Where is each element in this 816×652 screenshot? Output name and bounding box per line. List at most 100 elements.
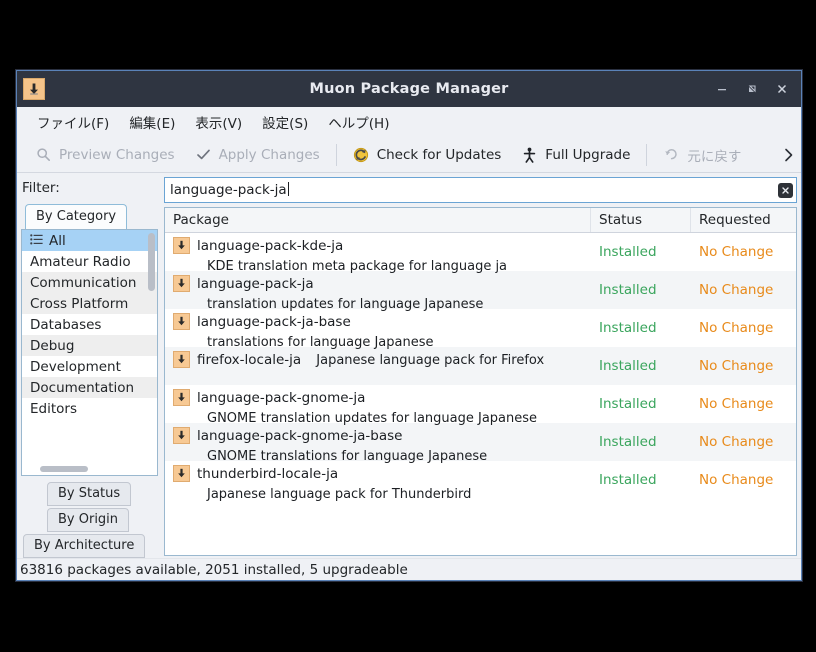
download-arrow-icon: [23, 78, 45, 100]
main-body: Filter: By Category All Amateur Radio Co…: [17, 173, 801, 558]
category-item-amateur-radio[interactable]: Amateur Radio: [22, 251, 157, 272]
category-list[interactable]: All Amateur Radio Communication Cross Pl…: [21, 229, 158, 476]
window-title: Muon Package Manager: [309, 81, 509, 97]
apply-changes-label: Apply Changes: [218, 146, 320, 163]
undo-label: 元に戻す: [687, 148, 742, 165]
category-vertical-scrollbar[interactable]: [148, 233, 155, 291]
sidebar-bottom-tabs: By Status By Origin By Architecture: [19, 476, 160, 558]
category-item-documentation[interactable]: Documentation: [22, 377, 157, 398]
menu-bar: ファイル(F) 編集(E) 表示(V) 設定(S) ヘルプ(H): [17, 107, 801, 137]
package-name: language-pack-gnome-ja: [197, 390, 366, 406]
package-description: Japanese language pack for Firefox: [316, 353, 545, 368]
clear-search-icon[interactable]: [778, 182, 793, 198]
category-horizontal-scrollbar[interactable]: [40, 466, 88, 472]
column-header-package[interactable]: Package: [165, 208, 591, 232]
category-label: Communication: [30, 274, 137, 291]
status-badge: Installed: [599, 358, 657, 374]
filter-sidebar: Filter: By Category All Amateur Radio Co…: [17, 173, 160, 558]
title-bar[interactable]: Muon Package Manager: [17, 71, 801, 107]
status-badge: Installed: [599, 320, 657, 336]
menu-settings[interactable]: 設定(S): [252, 109, 318, 135]
preview-changes-label: Preview Changes: [59, 146, 175, 163]
search-field[interactable]: language-pack-ja: [164, 177, 797, 203]
status-badge: Installed: [599, 282, 657, 298]
toolbar-overflow-chevron-icon[interactable]: [775, 137, 801, 172]
category-label: Databases: [30, 316, 102, 333]
menu-file[interactable]: ファイル(F): [27, 109, 119, 135]
check-for-updates-button[interactable]: Check for Updates: [343, 142, 512, 167]
requested-badge: No Change: [699, 244, 774, 260]
table-row[interactable]: language-pack-kde-ja KDE translation met…: [165, 233, 796, 274]
category-item-databases[interactable]: Databases: [22, 314, 157, 335]
refresh-icon: [353, 146, 370, 163]
status-badge: Installed: [599, 396, 657, 412]
status-bar-text: 63816 packages available, 2051 installed…: [20, 561, 408, 578]
toolbar-separator-2: [646, 143, 648, 166]
text-caret: [287, 182, 289, 196]
category-item-communication[interactable]: Communication: [22, 272, 157, 293]
requested-badge: No Change: [699, 320, 774, 336]
package-cell: language-pack-gnome-ja GNOME translation…: [165, 385, 591, 426]
menu-help[interactable]: ヘルプ(H): [318, 109, 399, 135]
menu-edit[interactable]: 編集(E): [119, 109, 185, 135]
preview-changes-button[interactable]: Preview Changes: [25, 142, 185, 167]
tab-by-architecture[interactable]: By Architecture: [23, 534, 146, 558]
package-cell: language-pack-kde-ja KDE translation met…: [165, 233, 591, 274]
package-name: firefox-locale-ja: [197, 352, 302, 368]
package-installed-icon: [173, 427, 190, 444]
status-badge: Installed: [599, 244, 657, 260]
app-window: Muon Package Manager ファイル(F) 編集(E) 表示(V)…: [16, 70, 802, 581]
package-name: thunderbird-locale-ja: [197, 466, 339, 482]
package-installed-icon: [173, 313, 190, 330]
person-upgrade-icon: [521, 146, 538, 163]
status-badge: Installed: [599, 472, 657, 488]
menu-view[interactable]: 表示(V): [185, 109, 252, 135]
category-label: Editors: [30, 400, 77, 417]
package-name: language-pack-ja: [197, 276, 314, 292]
undo-button[interactable]: 元に戻す: [653, 141, 751, 169]
check-icon: [195, 146, 212, 163]
table-row[interactable]: language-pack-ja translation updates for…: [165, 271, 796, 312]
minimize-icon[interactable]: [707, 71, 737, 107]
full-upgrade-button[interactable]: Full Upgrade: [511, 142, 640, 167]
table-row[interactable]: language-pack-ja-base translations for l…: [165, 309, 796, 350]
category-item-all[interactable]: All: [22, 230, 157, 251]
column-header-status[interactable]: Status: [591, 208, 691, 232]
requested-badge: No Change: [699, 472, 774, 488]
close-icon[interactable]: [767, 71, 797, 107]
apply-changes-button[interactable]: Apply Changes: [185, 142, 330, 167]
table-row[interactable]: firefox-locale-ja Japanese language pack…: [165, 347, 796, 385]
search-icon: [35, 146, 52, 163]
tab-by-category[interactable]: By Category: [25, 204, 128, 229]
check-for-updates-label: Check for Updates: [376, 146, 502, 163]
undo-icon: [663, 146, 680, 163]
window-controls: [707, 71, 801, 107]
table-row[interactable]: language-pack-gnome-ja GNOME translation…: [165, 385, 796, 426]
filter-label: Filter:: [22, 180, 60, 196]
package-cell: firefox-locale-ja Japanese language pack…: [165, 347, 591, 385]
tab-by-status[interactable]: By Status: [47, 482, 132, 506]
category-label: Cross Platform: [30, 295, 129, 312]
search-input[interactable]: language-pack-ja: [170, 182, 287, 198]
package-cell: language-pack-gnome-ja-base GNOME transl…: [165, 423, 591, 464]
package-cell: thunderbird-locale-ja Japanese language …: [165, 461, 591, 502]
column-header-requested[interactable]: Requested: [691, 208, 796, 232]
package-name: language-pack-ja-base: [197, 314, 351, 330]
category-label: Development: [30, 358, 121, 375]
table-header: Package Status Requested: [165, 208, 796, 233]
package-installed-icon: [173, 237, 190, 254]
table-row[interactable]: thunderbird-locale-ja Japanese language …: [165, 461, 796, 502]
table-row[interactable]: language-pack-gnome-ja-base GNOME transl…: [165, 423, 796, 464]
toolbar-separator-1: [335, 143, 337, 166]
category-item-editors[interactable]: Editors: [22, 398, 157, 419]
package-table: Package Status Requested language-pack-k…: [164, 207, 797, 556]
category-item-development[interactable]: Development: [22, 356, 157, 377]
restore-icon[interactable]: [737, 71, 767, 107]
category-item-debug[interactable]: Debug: [22, 335, 157, 356]
tab-by-origin[interactable]: By Origin: [47, 508, 130, 532]
requested-badge: No Change: [699, 358, 774, 374]
category-label: Documentation: [30, 379, 135, 396]
package-cell: language-pack-ja-base translations for l…: [165, 309, 591, 350]
category-item-cross-platform[interactable]: Cross Platform: [22, 293, 157, 314]
table-body: language-pack-kde-ja KDE translation met…: [165, 233, 796, 555]
